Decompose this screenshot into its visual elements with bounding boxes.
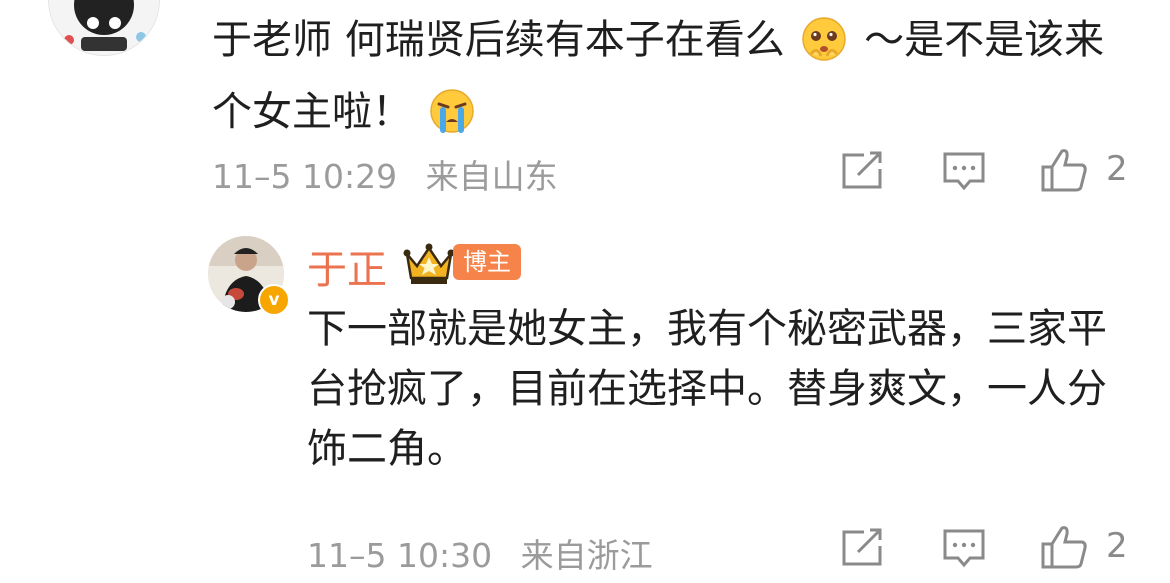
comment-time: 11–5 10:29 (212, 157, 398, 196)
crying-face-emoji (429, 89, 474, 133)
like-count: 2 (1106, 149, 1128, 189)
like-icon[interactable] (1040, 147, 1088, 193)
verified-badge: v (258, 284, 290, 316)
share-icon[interactable] (840, 528, 884, 568)
reply-text: 下一部就是她女主，我有个秘密武器，三家平台抢疯了，目前在选择中。替身爽文，一人分… (307, 306, 1107, 472)
reply-location: 来自浙江 (520, 536, 653, 575)
comment-text: 于老师 何瑞贤后续有本子在看么 ～是不是该来个女主啦！ (212, 4, 1142, 148)
reply-author-name[interactable]: 于正 (307, 237, 387, 295)
comment-icon[interactable] (942, 151, 986, 191)
reply-meta: 11–5 10:30 来自浙江 (307, 529, 653, 577)
like-count: 2 (1106, 526, 1128, 566)
crown-icon (403, 243, 455, 284)
blogger-badge: 博主 (453, 244, 521, 280)
comment-icon[interactable] (942, 528, 986, 568)
pleading-face-emoji (802, 17, 847, 61)
share-icon[interactable] (840, 151, 884, 191)
comment-location: 来自山东 (425, 157, 558, 196)
commenter-avatar[interactable] (48, 0, 160, 56)
comment-text-part1: 于老师 何瑞贤后续有本子在看么 (212, 17, 785, 63)
reply-time: 11–5 10:30 (307, 536, 493, 575)
like-icon[interactable] (1040, 524, 1088, 570)
comment-meta: 11–5 10:29 来自山东 (212, 150, 558, 198)
